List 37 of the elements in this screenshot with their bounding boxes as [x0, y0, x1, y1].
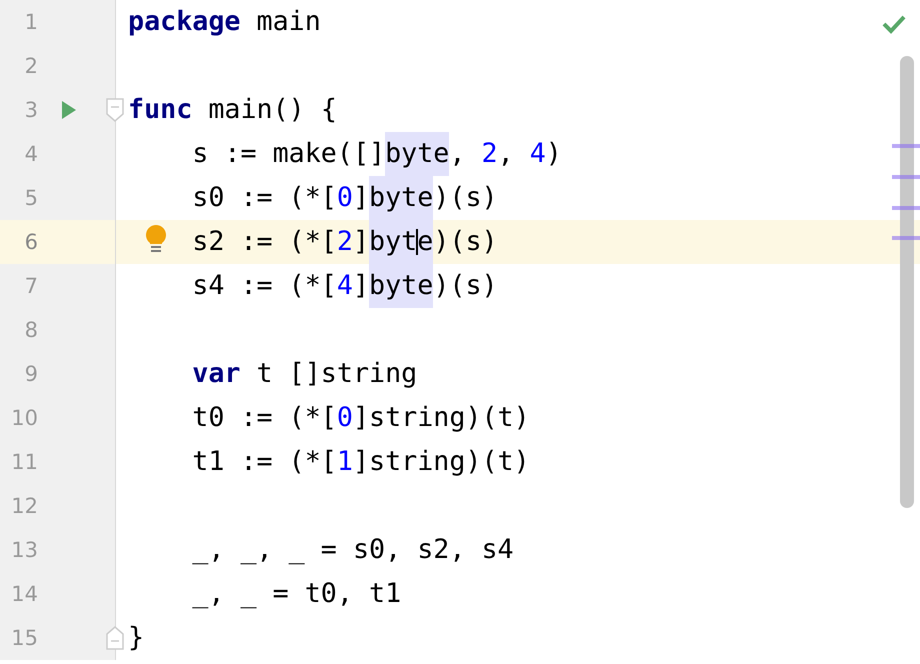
code-line: s2 := (*[2]byte)(s) [192, 220, 498, 264]
line-number: 15 [10, 626, 38, 650]
line-number: 4 [24, 142, 38, 166]
code-line: t0 := (*[0]string)(t) [192, 401, 530, 435]
line-number: 7 [24, 274, 38, 298]
code-line: func main() { [128, 93, 337, 127]
code-line: var t []string [192, 357, 418, 391]
line-number: 14 [10, 582, 38, 606]
lightbulb-icon[interactable] [145, 224, 167, 252]
checkmark-icon[interactable] [882, 14, 906, 34]
code-line: t1 := (*[1]string)(t) [192, 445, 530, 479]
line-number: 6 [24, 230, 38, 254]
scrollbar[interactable] [900, 56, 914, 508]
fold-icon[interactable] [106, 626, 124, 650]
line-number: 11 [10, 450, 38, 474]
code-line: package main [128, 5, 321, 39]
code-line: } [128, 621, 144, 655]
line-number: 3 [24, 98, 38, 122]
line-number: 10 [10, 406, 38, 430]
code-line: s := make([]byte, 2, 4) [192, 132, 562, 176]
code-line: _, _, _ = s0, s2, s4 [192, 533, 514, 567]
code-line: s4 := (*[4]byte)(s) [192, 264, 498, 308]
scroll-marker[interactable] [892, 144, 920, 148]
line-number: 9 [24, 362, 38, 386]
line-number: 12 [10, 494, 38, 518]
line-number: 5 [24, 186, 38, 210]
run-icon[interactable] [61, 100, 77, 120]
code-line: _, _ = t0, t1 [192, 577, 402, 611]
fold-icon[interactable] [106, 98, 124, 122]
scroll-marker[interactable] [892, 174, 920, 179]
line-number: 2 [24, 54, 38, 78]
line-number: 8 [24, 318, 38, 342]
line-number: 1 [24, 10, 38, 34]
scroll-marker[interactable] [892, 236, 920, 240]
line-number: 13 [10, 538, 38, 562]
scroll-marker[interactable] [892, 206, 920, 210]
code-line: s0 := (*[0]byte)(s) [192, 176, 498, 220]
